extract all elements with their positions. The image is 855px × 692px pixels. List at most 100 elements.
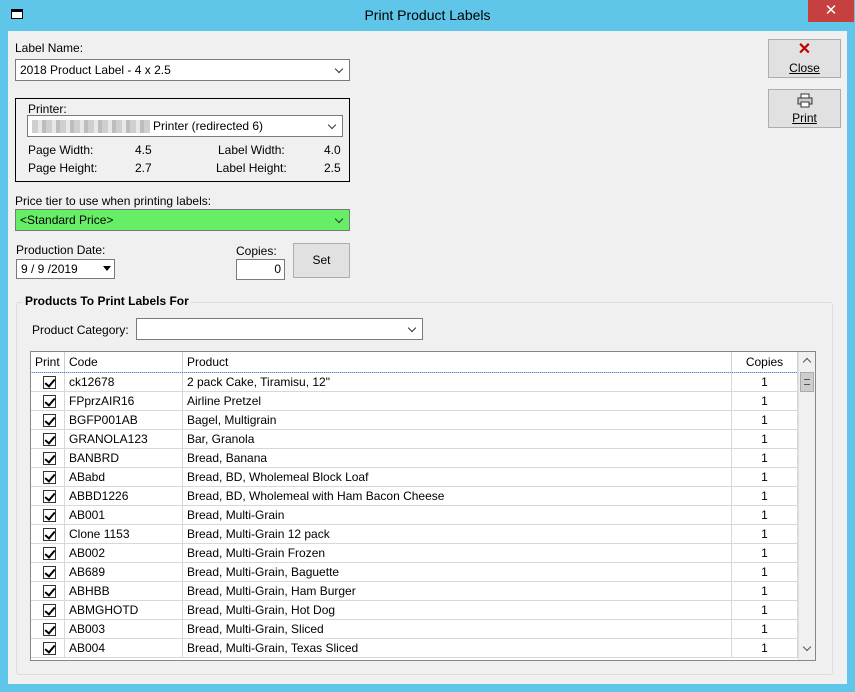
table-row[interactable]: ck12678 2 pack Cake, Tiramisu, 12" 1 — [31, 372, 799, 393]
grip-icon — [804, 379, 810, 385]
product-cell: Bar, Granola — [183, 430, 732, 449]
print-checkbox[interactable] — [43, 585, 56, 598]
product-cell: Bread, Multi-Grain, Hot Dog — [183, 601, 732, 620]
vertical-scrollbar[interactable] — [798, 352, 815, 660]
table-row[interactable]: ABabd Bread, BD, Wholemeal Block Loaf 1 — [31, 468, 798, 487]
print-button[interactable]: Print — [768, 89, 841, 128]
product-cell: Bread, Multi-Grain 12 pack — [183, 525, 732, 544]
copies-cell[interactable]: 1 — [732, 430, 798, 449]
print-checkbox[interactable] — [43, 452, 56, 465]
table-row[interactable]: ABBD1226 Bread, BD, Wholemeal with Ham Ba… — [31, 487, 798, 506]
copies-cell[interactable]: 1 — [732, 525, 798, 544]
print-checkbox[interactable] — [43, 490, 56, 503]
table-row[interactable]: BANBRD Bread, Banana 1 — [31, 449, 798, 468]
copies-cell[interactable]: 1 — [732, 373, 798, 392]
code-cell: AB002 — [65, 544, 183, 563]
label-height-value: 2.5 — [324, 161, 341, 175]
print-cell — [31, 620, 65, 639]
print-checkbox[interactable] — [43, 642, 56, 655]
table-row[interactable]: ABHBB Bread, Multi-Grain, Ham Burger 1 — [31, 582, 798, 601]
copies-cell[interactable]: 1 — [732, 468, 798, 487]
print-checkbox[interactable] — [43, 604, 56, 617]
table-row[interactable]: FPprzAIR16 Airline Pretzel 1 — [31, 392, 798, 411]
table-row[interactable]: AB001 Bread, Multi-Grain 1 — [31, 506, 798, 525]
price-tier-dropdown[interactable]: <Standard Price> — [15, 209, 350, 231]
copies-cell[interactable]: 1 — [732, 563, 798, 582]
copies-cell[interactable]: 1 — [732, 411, 798, 430]
copies-cell[interactable]: 1 — [732, 449, 798, 468]
table-row[interactable]: AB004 Bread, Multi-Grain, Texas Sliced 1 — [31, 639, 798, 658]
code-cell: ABHBB — [65, 582, 183, 601]
print-checkbox[interactable] — [43, 395, 56, 408]
close-button[interactable]: ✕ Close — [768, 39, 841, 78]
code-cell: ABabd — [65, 468, 183, 487]
print-checkbox[interactable] — [43, 376, 56, 389]
scroll-up-button[interactable] — [801, 354, 813, 368]
column-header-copies[interactable]: Copies — [732, 352, 798, 373]
product-cell: Bread, Multi-Grain — [183, 506, 732, 525]
copies-cell[interactable]: 1 — [732, 601, 798, 620]
code-cell: GRANOLA123 — [65, 430, 183, 449]
copies-cell[interactable]: 1 — [732, 620, 798, 639]
print-checkbox[interactable] — [43, 509, 56, 522]
label-height-label: Label Height: — [216, 161, 287, 175]
chevron-up-icon — [802, 357, 812, 367]
code-cell: ck12678 — [65, 373, 183, 392]
copies-label: Copies: — [236, 244, 277, 258]
product-cell: Bread, Banana — [183, 449, 732, 468]
table-row[interactable]: AB003 Bread, Multi-Grain, Sliced 1 — [31, 620, 798, 639]
copies-cell[interactable]: 1 — [732, 392, 798, 411]
scroll-thumb[interactable] — [800, 372, 814, 392]
window-close-button[interactable]: ✕ — [808, 0, 854, 22]
printer-value: Printer (redirected 6) — [153, 119, 264, 133]
print-cell — [31, 430, 65, 449]
print-checkbox[interactable] — [43, 623, 56, 636]
table-row[interactable]: ABMGHOTD Bread, Multi-Grain, Hot Dog 1 — [31, 601, 798, 620]
copies-cell[interactable]: 1 — [732, 582, 798, 601]
print-checkbox[interactable] — [43, 471, 56, 484]
product-cell: 2 pack Cake, Tiramisu, 12" — [183, 373, 732, 392]
print-checkbox[interactable] — [43, 566, 56, 579]
print-cell — [31, 392, 65, 411]
code-cell: AB003 — [65, 620, 183, 639]
print-cell — [31, 506, 65, 525]
scroll-down-button[interactable] — [801, 642, 813, 657]
column-header-code[interactable]: Code — [65, 352, 183, 373]
print-cell — [31, 544, 65, 563]
table-row[interactable]: BGFP001AB Bagel, Multigrain 1 — [31, 411, 798, 430]
column-header-print[interactable]: Print — [31, 352, 65, 373]
set-button[interactable]: Set — [293, 243, 350, 278]
production-date-picker[interactable]: 9 / 9 /2019 — [16, 259, 115, 279]
print-cell — [31, 639, 65, 658]
products-grid: Print Code Product Copies ck12678 2 pack … — [30, 351, 816, 661]
close-button-label: Close — [789, 61, 820, 75]
printer-dropdown[interactable]: Printer (redirected 6) — [27, 115, 343, 137]
table-row[interactable]: GRANOLA123 Bar, Granola 1 — [31, 430, 798, 449]
print-button-label: Print — [792, 111, 817, 125]
table-row[interactable]: AB689 Bread, Multi-Grain, Baguette 1 — [31, 563, 798, 582]
copies-cell[interactable]: 1 — [732, 506, 798, 525]
copies-cell[interactable]: 1 — [732, 487, 798, 506]
print-checkbox[interactable] — [43, 414, 56, 427]
print-checkbox[interactable] — [43, 547, 56, 560]
table-row[interactable]: AB002 Bread, Multi-Grain Frozen 1 — [31, 544, 798, 563]
table-row[interactable]: Clone 1153 Bread, Multi-Grain 12 pack 1 — [31, 525, 798, 544]
product-cell: Bread, BD, Wholemeal Block Loaf — [183, 468, 732, 487]
copies-cell[interactable]: 1 — [732, 544, 798, 563]
product-cell: Bread, Multi-Grain Frozen — [183, 544, 732, 563]
chevron-down-icon — [334, 64, 346, 76]
column-header-product[interactable]: Product — [183, 352, 732, 373]
copies-cell[interactable]: 1 — [732, 639, 798, 658]
print-cell — [31, 525, 65, 544]
price-tier-label: Price tier to use when printing labels: — [15, 194, 212, 208]
product-cell: Bagel, Multigrain — [183, 411, 732, 430]
printer-label: Printer: — [28, 102, 67, 116]
copies-input[interactable]: 0 — [236, 259, 285, 280]
code-cell: Clone 1153 — [65, 525, 183, 544]
product-category-dropdown[interactable] — [136, 318, 423, 340]
print-checkbox[interactable] — [43, 528, 56, 541]
code-cell: FPprzAIR16 — [65, 392, 183, 411]
print-checkbox[interactable] — [43, 433, 56, 446]
label-name-dropdown[interactable]: 2018 Product Label - 4 x 2.5 — [15, 59, 350, 81]
product-cell: Bread, Multi-Grain, Texas Sliced — [183, 639, 732, 658]
